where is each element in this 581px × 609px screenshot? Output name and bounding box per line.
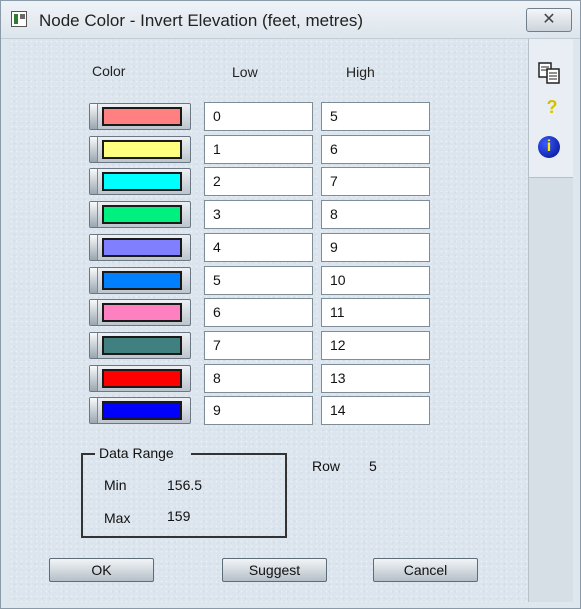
color-swatch: [102, 271, 182, 290]
min-value: 156.5: [167, 477, 203, 493]
max-label: Max: [104, 510, 131, 526]
close-button[interactable]: ✕: [526, 8, 572, 32]
max-value: 159: [167, 508, 191, 524]
color-swatch: [102, 336, 182, 355]
color-swatch: [102, 172, 182, 191]
ok-button[interactable]: OK: [49, 558, 154, 582]
color-picker-button[interactable]: [89, 168, 191, 195]
high-input[interactable]: 7: [321, 167, 430, 196]
color-column-header: Color: [92, 63, 126, 79]
row-label: Row: [312, 458, 341, 474]
row-value: 5: [369, 458, 377, 474]
color-picker-button[interactable]: [89, 267, 191, 294]
close-icon: ✕: [542, 11, 556, 28]
color-swatch: [102, 369, 182, 388]
high-column-header: High: [346, 64, 375, 80]
low-input[interactable]: 6: [204, 298, 313, 327]
low-column-header: Low: [232, 64, 258, 80]
color-swatch: [102, 205, 182, 224]
group-border: [81, 453, 95, 455]
high-input[interactable]: 13: [321, 364, 430, 393]
high-input[interactable]: 12: [321, 331, 430, 360]
color-swatch: [102, 140, 182, 159]
low-input[interactable]: 3: [204, 200, 313, 229]
color-picker-button[interactable]: [89, 201, 191, 228]
group-border: [191, 453, 287, 455]
low-input[interactable]: 2: [204, 167, 313, 196]
min-label: Min: [104, 477, 127, 493]
low-input[interactable]: 7: [204, 331, 313, 360]
color-picker-button[interactable]: [89, 234, 191, 261]
high-input[interactable]: 14: [321, 396, 430, 425]
high-input[interactable]: 6: [321, 135, 430, 164]
color-swatch: [102, 303, 182, 322]
cancel-button[interactable]: Cancel: [373, 558, 478, 582]
high-input[interactable]: 11: [321, 298, 430, 327]
color-swatch: [102, 107, 182, 126]
suggest-button[interactable]: Suggest: [222, 558, 327, 582]
info-icon[interactable]: i: [538, 136, 560, 158]
node-color-dialog: Node Color - Invert Elevation (feet, met…: [0, 0, 581, 609]
high-input[interactable]: 8: [321, 200, 430, 229]
data-range-title: Data Range: [99, 445, 174, 461]
color-picker-button[interactable]: [89, 365, 191, 392]
low-input[interactable]: 1: [204, 135, 313, 164]
color-picker-button[interactable]: [89, 332, 191, 359]
low-input[interactable]: 0: [204, 102, 313, 131]
app-icon: [11, 11, 27, 27]
color-picker-button[interactable]: [89, 397, 191, 424]
copy-icon[interactable]: [537, 61, 561, 85]
high-input[interactable]: 9: [321, 233, 430, 262]
color-swatch: [102, 401, 182, 420]
color-picker-button[interactable]: [89, 299, 191, 326]
low-input[interactable]: 8: [204, 364, 313, 393]
side-toolbar-filler: [528, 177, 573, 602]
low-input[interactable]: 4: [204, 233, 313, 262]
help-icon[interactable]: ?: [540, 95, 564, 119]
title-bar[interactable]: Node Color - Invert Elevation (feet, met…: [1, 1, 580, 39]
high-input[interactable]: 5: [321, 102, 430, 131]
low-input[interactable]: 5: [204, 266, 313, 295]
window-title: Node Color - Invert Elevation (feet, met…: [39, 11, 364, 30]
color-swatch: [102, 238, 182, 257]
low-input[interactable]: 9: [204, 396, 313, 425]
color-picker-button[interactable]: [89, 136, 191, 163]
high-input[interactable]: 10: [321, 266, 430, 295]
color-picker-button[interactable]: [89, 103, 191, 130]
